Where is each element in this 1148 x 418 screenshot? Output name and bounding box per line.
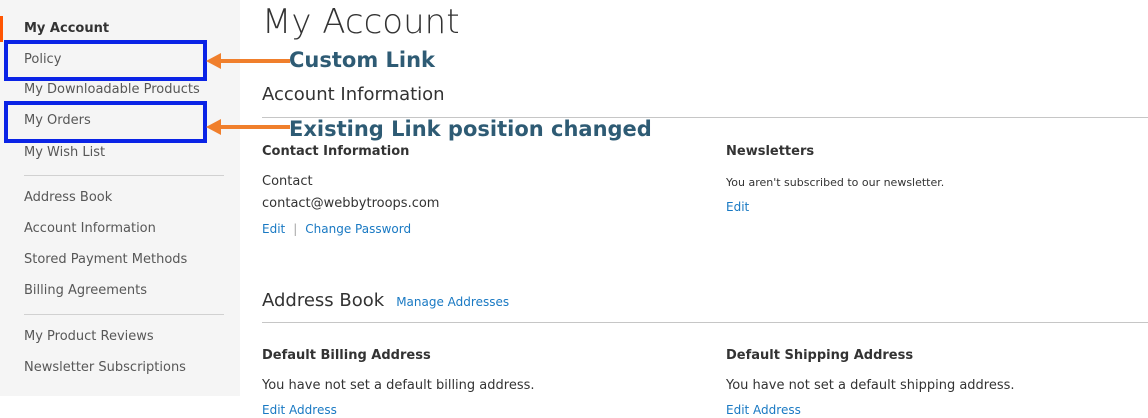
address-book-heading: Address Book xyxy=(262,290,385,311)
billing-actions: Edit Address xyxy=(262,402,337,418)
annotation-box-policy xyxy=(4,40,207,81)
sidebar-item-my-product-reviews[interactable]: My Product Reviews xyxy=(24,329,154,345)
edit-newsletter-link[interactable]: Edit xyxy=(726,200,749,214)
sidebar-item-billing-agreements[interactable]: Billing Agreements xyxy=(24,283,147,299)
section-divider xyxy=(262,117,1148,118)
sidebar-item-my-wish-list[interactable]: My Wish List xyxy=(24,145,105,161)
contact-actions: Edit | Change Password xyxy=(262,221,411,237)
default-billing-address-title: Default Billing Address xyxy=(262,348,431,363)
contact-email: contact@webbytroops.com xyxy=(262,196,440,211)
contact-name: Contact xyxy=(262,174,313,189)
sidebar-item-my-account: My Account xyxy=(24,21,110,36)
default-shipping-address-title: Default Shipping Address xyxy=(726,348,914,363)
newsletter-status: You aren't subscribed to our newsletter. xyxy=(726,176,945,189)
account-information-title: Account Information xyxy=(262,84,445,106)
sidebar-item-newsletter-subscriptions[interactable]: Newsletter Subscriptions xyxy=(24,360,186,376)
sidebar-item-address-book[interactable]: Address Book xyxy=(24,190,112,206)
edit-contact-link[interactable]: Edit xyxy=(262,222,285,236)
shipping-actions: Edit Address xyxy=(726,402,801,418)
sidebar-divider xyxy=(24,175,224,176)
action-separator: | xyxy=(293,222,298,236)
account-information-heading: Account Information xyxy=(262,84,445,105)
newsletters-title: Newsletters xyxy=(726,144,815,159)
annotation-arrow-icon xyxy=(206,119,290,135)
annotation-label-position-changed: Existing Link position changed xyxy=(289,117,652,141)
newsletter-actions: Edit xyxy=(726,199,749,215)
change-password-link[interactable]: Change Password xyxy=(305,222,411,236)
sidebar-item-stored-payment-methods[interactable]: Stored Payment Methods xyxy=(24,252,187,268)
annotation-box-my-orders xyxy=(4,101,207,143)
sidebar-item-account-information[interactable]: Account Information xyxy=(24,221,156,237)
billing-address-text: You have not set a default billing addre… xyxy=(262,378,535,393)
sidebar-item-my-downloadable-products[interactable]: My Downloadable Products xyxy=(24,82,200,98)
manage-addresses-link[interactable]: Manage Addresses xyxy=(396,295,509,309)
edit-shipping-address-link[interactable]: Edit Address xyxy=(726,403,801,417)
page-title: My Account xyxy=(262,2,460,42)
current-item-marker xyxy=(0,16,3,42)
sidebar-divider xyxy=(24,314,224,315)
address-book-title: Address Book Manage Addresses xyxy=(262,290,509,313)
annotation-label-custom-link: Custom Link xyxy=(289,48,436,72)
shipping-address-text: You have not set a default shipping addr… xyxy=(726,378,1015,393)
annotation-arrow-icon xyxy=(206,53,290,69)
section-divider xyxy=(262,322,1148,323)
contact-information-title: Contact Information xyxy=(262,144,410,159)
edit-billing-address-link[interactable]: Edit Address xyxy=(262,403,337,417)
